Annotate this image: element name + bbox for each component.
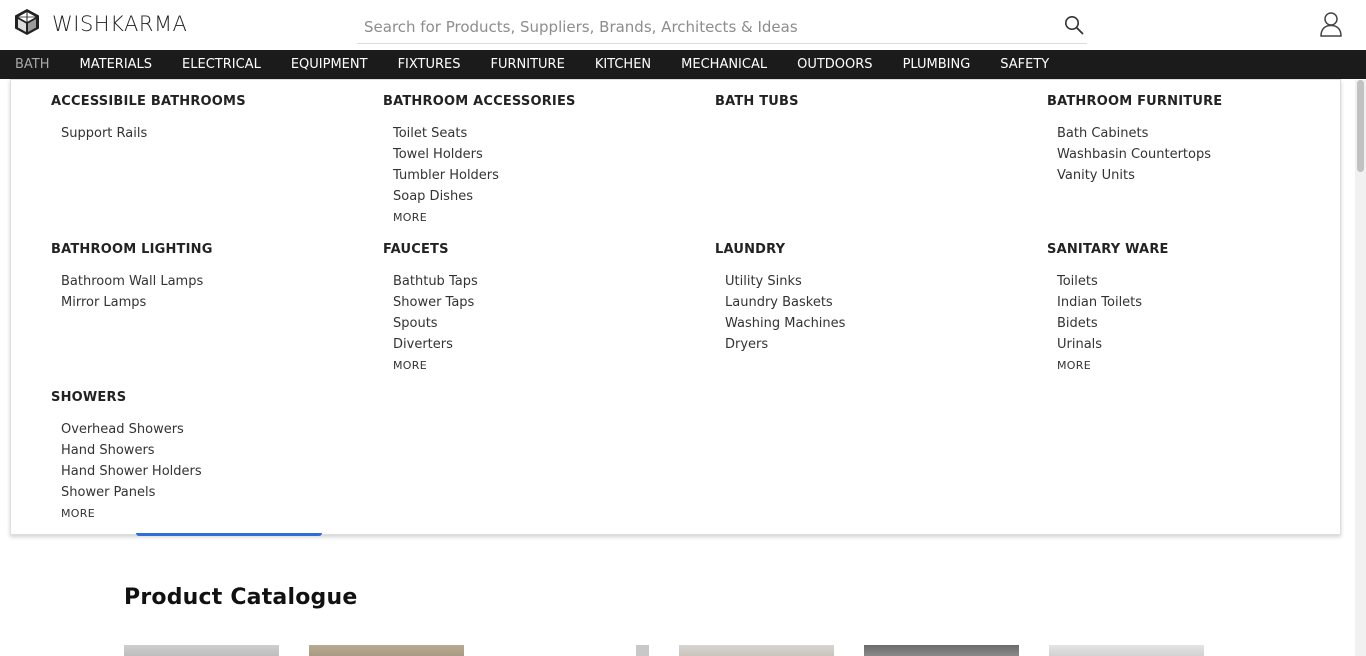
nav-item-equipment[interactable]: EQUIPMENT <box>276 50 383 79</box>
menu-column-accessibile-bathrooms: ACCESSIBILE BATHROOMS Support Rails <box>51 93 371 144</box>
category-nav: BATH MATERIALS ELECTRICAL EQUIPMENT FIXTURES… <box>0 50 1366 79</box>
account-button[interactable] <box>1319 11 1343 37</box>
subcategory-link[interactable]: Laundry Baskets <box>725 292 1035 313</box>
catalogue-thumbnail[interactable] <box>124 645 279 656</box>
page-scrollbar[interactable] <box>1355 80 1366 656</box>
subcategory-link[interactable]: Spouts <box>393 313 703 334</box>
nav-item-kitchen[interactable]: KITCHEN <box>580 50 666 79</box>
menu-column-bathroom-accessories: BATHROOM ACCESSORIES Toilet Seats Towel Ho… <box>383 93 703 228</box>
subcategory-link[interactable]: Urinals <box>1057 334 1366 355</box>
subcategory-link[interactable]: Tumbler Holders <box>393 165 703 186</box>
nav-item-plumbing[interactable]: PLUMBING <box>888 50 986 79</box>
search-button[interactable] <box>1061 14 1087 40</box>
menu-column-laundry: LAUNDRY Utility Sinks Laundry Baskets Washi… <box>715 241 1035 355</box>
search-input[interactable] <box>357 10 1047 43</box>
more-link[interactable]: MORE <box>393 207 703 228</box>
subcategory-link[interactable]: Diverters <box>393 334 703 355</box>
nav-item-outdoors[interactable]: OUTDOORS <box>782 50 887 79</box>
subcategory-link[interactable]: Bidets <box>1057 313 1366 334</box>
catalogue-thumbnail[interactable] <box>636 645 649 656</box>
subcategory-link[interactable]: Washing Machines <box>725 313 1035 334</box>
cta-button-edge[interactable] <box>136 533 322 536</box>
catalogue-thumbnail[interactable] <box>309 645 464 656</box>
more-link[interactable]: MORE <box>61 503 371 524</box>
menu-column-sanitary-ware: SANITARY WARE Toilets Indian Toilets Bidets… <box>1047 241 1366 376</box>
subcategory-link[interactable]: Dryers <box>725 334 1035 355</box>
subcategory-link[interactable]: Hand Showers <box>61 440 371 461</box>
subcategory-link[interactable]: Toilet Seats <box>393 123 703 144</box>
subcategory-link[interactable]: Bath Cabinets <box>1057 123 1366 144</box>
nav-item-safety[interactable]: SAFETY <box>985 50 1064 79</box>
brand-logo[interactable]: WISHKARMA <box>14 8 188 41</box>
subcategory-link[interactable]: Hand Shower Holders <box>61 461 371 482</box>
nav-item-fixtures[interactable]: FIXTURES <box>383 50 476 79</box>
menu-column-bath-tubs: BATH TUBS <box>715 93 1035 123</box>
nav-item-electrical[interactable]: ELECTRICAL <box>167 50 276 79</box>
subcategory-list: Overhead Showers Hand Showers Hand Shower … <box>51 419 371 524</box>
catalogue-thumbnail[interactable] <box>679 645 834 656</box>
menu-column-faucets: FAUCETS Bathtub Taps Shower Taps Spouts Dive… <box>383 241 703 376</box>
subcategory-list: Toilets Indian Toilets Bidets Urinals MORE <box>1047 271 1366 376</box>
more-link[interactable]: MORE <box>1057 355 1366 376</box>
subcategory-list: Toilet Seats Towel Holders Tumbler Holders… <box>383 123 703 228</box>
subcategory-link[interactable]: Bathroom Wall Lamps <box>61 271 371 292</box>
subcategory-link[interactable]: Toilets <box>1057 271 1366 292</box>
subcategory-list: Support Rails <box>51 123 371 144</box>
search-bar <box>357 10 1087 44</box>
user-icon <box>1319 12 1343 41</box>
subcategory-link[interactable]: Shower Taps <box>393 292 703 313</box>
subcategory-list: Bath Cabinets Washbasin Countertops Vanity… <box>1047 123 1366 186</box>
brand-name: WISHKARMA <box>52 12 188 36</box>
subcategory-link[interactable]: Mirror Lamps <box>61 292 371 313</box>
subcategory-link[interactable]: Soap Dishes <box>393 186 703 207</box>
category-title[interactable]: SHOWERS <box>51 389 371 407</box>
search-icon <box>1064 15 1084 40</box>
subcategory-list: Utility Sinks Laundry Baskets Washing Mach… <box>715 271 1035 355</box>
category-title[interactable]: LAUNDRY <box>715 241 1035 259</box>
subcategory-link[interactable]: Washbasin Countertops <box>1057 144 1366 165</box>
site-header: WISHKARMA <box>0 0 1366 50</box>
category-title[interactable]: BATHROOM FURNITURE <box>1047 93 1366 111</box>
catalogue-thumbnail[interactable] <box>1049 645 1204 656</box>
nav-item-mechanical[interactable]: MECHANICAL <box>666 50 782 79</box>
category-title[interactable]: BATHROOM LIGHTING <box>51 241 371 259</box>
more-link[interactable]: MORE <box>393 355 703 376</box>
subcategory-link[interactable]: Overhead Showers <box>61 419 371 440</box>
category-title[interactable]: FAUCETS <box>383 241 703 259</box>
subcategory-link[interactable]: Indian Toilets <box>1057 292 1366 313</box>
nav-item-bath[interactable]: BATH <box>0 50 65 79</box>
subcategory-link[interactable]: Support Rails <box>61 123 371 144</box>
menu-column-bathroom-furniture: BATHROOM FURNITURE Bath Cabinets Washbasin… <box>1047 93 1366 186</box>
subcategory-link[interactable]: Utility Sinks <box>725 271 1035 292</box>
category-title[interactable]: ACCESSIBILE BATHROOMS <box>51 93 371 111</box>
section-title: Product Catalogue <box>124 585 358 610</box>
subcategory-link[interactable]: Vanity Units <box>1057 165 1366 186</box>
category-title[interactable]: SANITARY WARE <box>1047 241 1366 259</box>
scrollbar-thumb[interactable] <box>1357 80 1364 172</box>
subcategory-link[interactable]: Towel Holders <box>393 144 703 165</box>
nav-item-furniture[interactable]: FURNITURE <box>476 50 580 79</box>
bath-mega-menu: ACCESSIBILE BATHROOMS Support Rails BATHRO… <box>10 79 1341 535</box>
subcategory-list: Bathroom Wall Lamps Mirror Lamps <box>51 271 371 313</box>
menu-column-showers: SHOWERS Overhead Showers Hand Showers Hand … <box>51 389 371 524</box>
catalogue-thumbnail[interactable] <box>864 645 1019 656</box>
nav-item-materials[interactable]: MATERIALS <box>65 50 168 79</box>
subcategory-link[interactable]: Bathtub Taps <box>393 271 703 292</box>
menu-column-bathroom-lighting: BATHROOM LIGHTING Bathroom Wall Lamps Mirr… <box>51 241 371 313</box>
subcategory-link[interactable]: Shower Panels <box>61 482 371 503</box>
category-title[interactable]: BATHROOM ACCESSORIES <box>383 93 703 111</box>
cube-logo-icon <box>14 8 40 41</box>
subcategory-list: Bathtub Taps Shower Taps Spouts Diverters MO… <box>383 271 703 376</box>
category-title[interactable]: BATH TUBS <box>715 93 1035 111</box>
